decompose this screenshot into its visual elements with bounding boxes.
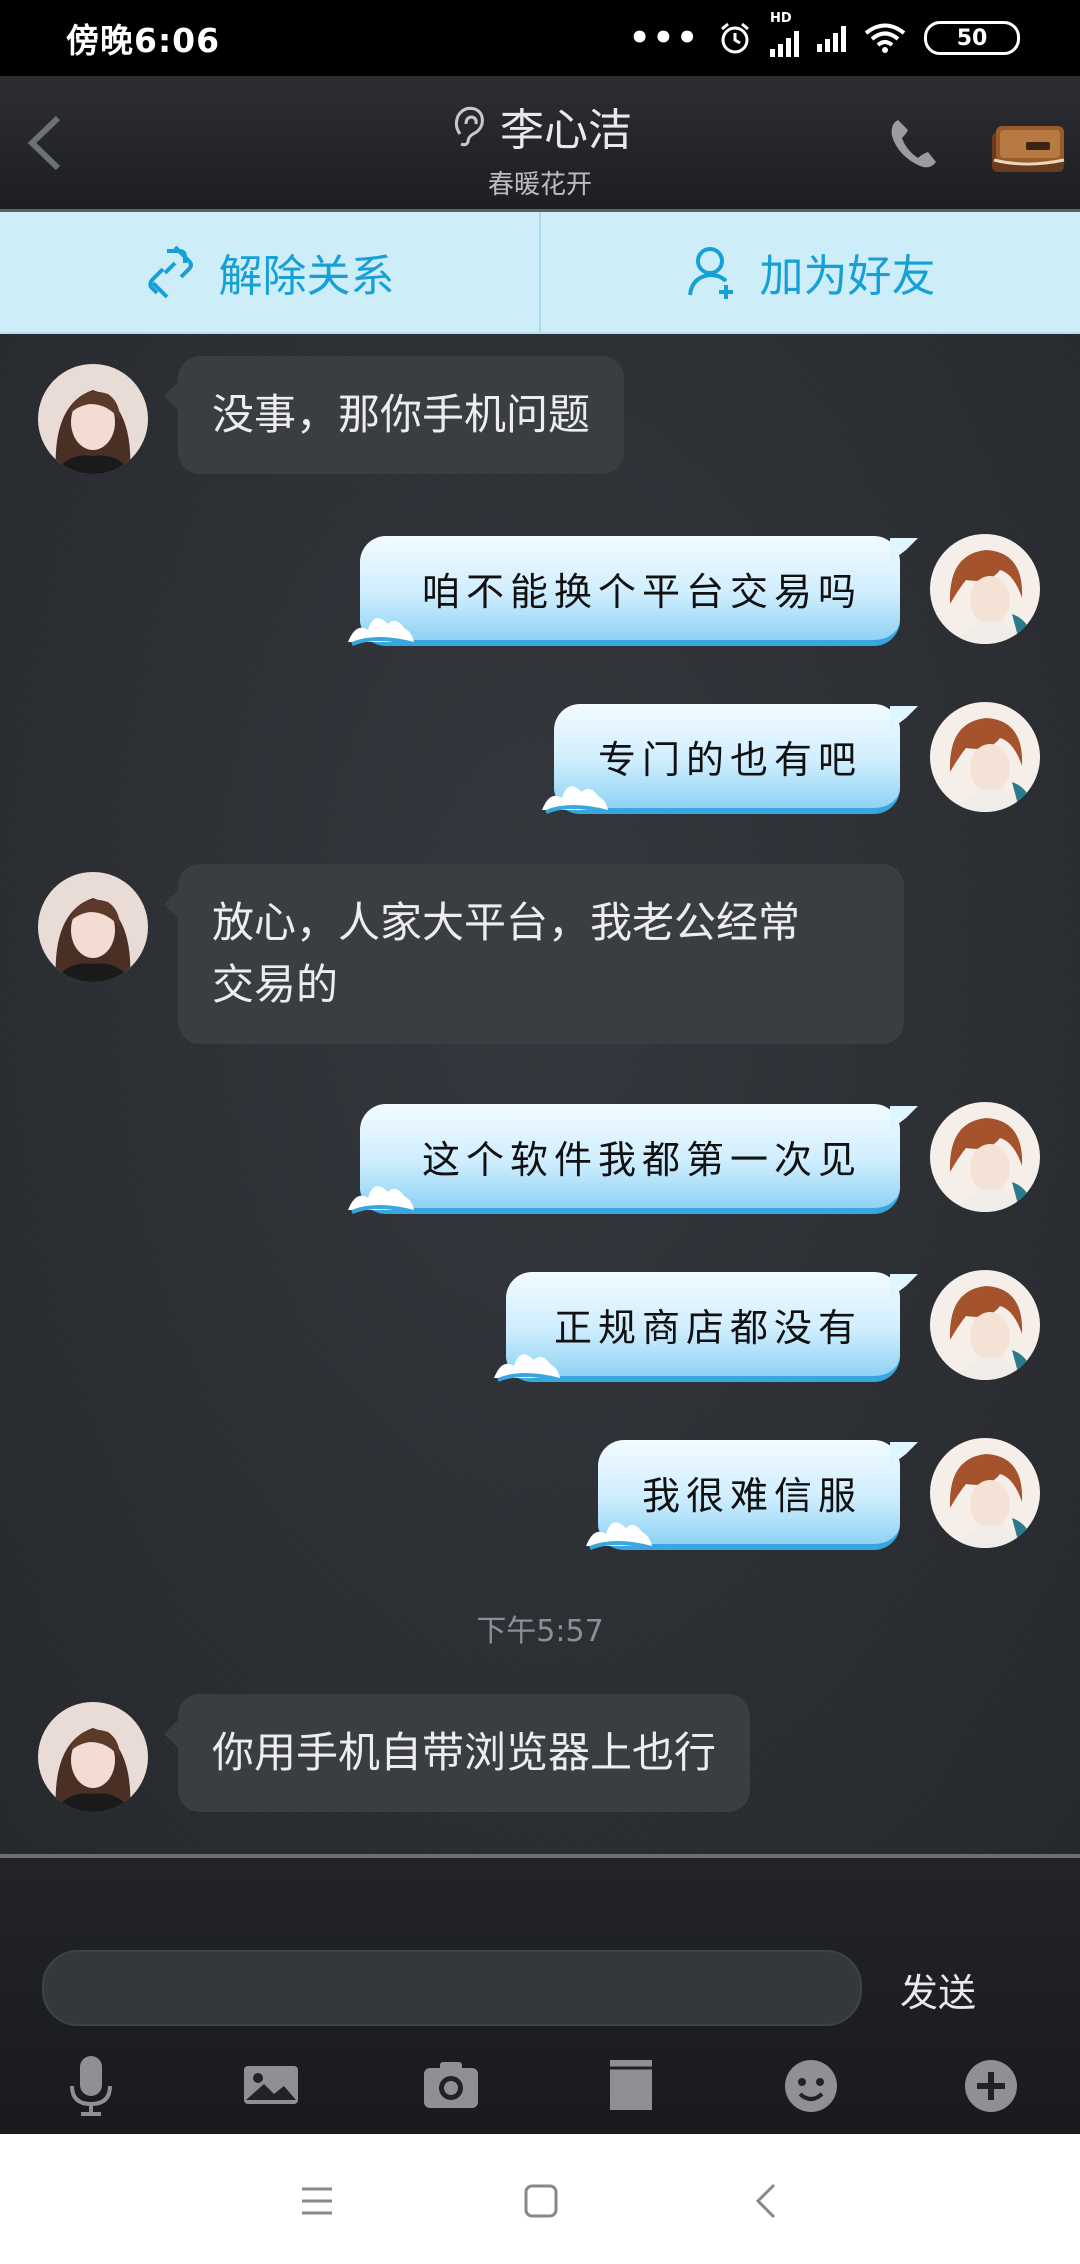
signal-icon [817, 24, 846, 52]
ear-icon [454, 106, 484, 147]
notebook-icon[interactable] [986, 116, 1070, 178]
message-text: 专门的也有吧 [597, 737, 862, 782]
status-time: 傍晚6:06 [66, 21, 221, 60]
my-avatar[interactable] [930, 1102, 1040, 1212]
message-input[interactable] [42, 1950, 862, 2026]
add-friend-label: 加为好友 [759, 251, 936, 302]
camera-icon[interactable] [416, 2050, 486, 2120]
message-text-line: 放心，人家大平台，我老公经常 [212, 898, 801, 947]
folder-icon[interactable] [596, 2050, 666, 2120]
message-bubble-left: 放心，人家大平台，我老公经常 交易的 [164, 864, 904, 1044]
add-friend-button[interactable]: 加为好友 [539, 212, 1080, 332]
menu-icon[interactable] [292, 2179, 342, 2223]
wave-decoration-icon [348, 1186, 415, 1214]
relationship-action-bar: 解除关系 加为好友 [0, 212, 1080, 334]
message-timestamp: 下午5:57 [476, 1614, 604, 1649]
message-text-line: 交易的 [212, 960, 339, 1009]
message-text: 咱不能换个平台交易吗 [421, 569, 862, 614]
system-nav-bar [0, 2134, 1080, 2264]
wave-decoration-icon [494, 1354, 561, 1382]
battery-indicator: 50 [924, 21, 1020, 55]
my-avatar[interactable] [930, 1270, 1040, 1380]
back-nav-icon[interactable] [742, 2179, 792, 2223]
message-bubble-left: 你用手机自带浏览器上也行 [163, 1694, 751, 1812]
more-dots-icon: ••• [628, 18, 700, 58]
wave-decoration-icon [542, 786, 609, 814]
contact-avatar[interactable] [38, 1702, 148, 1812]
unlink-label: 解除关系 [218, 251, 395, 302]
unlink-icon [147, 245, 193, 299]
phone-icon[interactable] [884, 114, 944, 174]
chat-header: 李心洁 春暖花开 [0, 76, 1080, 212]
message-text: 正规商店都没有 [553, 1305, 862, 1350]
plus-icon[interactable] [956, 2050, 1026, 2120]
add-friend-icon [687, 247, 733, 299]
wave-decoration-icon [586, 1522, 653, 1550]
message-bubble-left: 没事，那你手机问题 [163, 356, 625, 474]
message-bubble-right: 咱不能换个平台交易吗 [348, 536, 918, 646]
input-bar: 发送 [0, 1854, 1080, 2134]
chat-area[interactable]: 没事，那你手机问题 咱不能换个平台交易吗 专门的也有吧 放心，人家大平台，我老公… [0, 334, 1080, 1854]
my-avatar[interactable] [930, 1438, 1040, 1548]
toolbar [0, 2050, 1080, 2130]
contact-avatar[interactable] [38, 364, 148, 474]
hd-signal-icon: HD [770, 11, 799, 57]
message-text: 我很难信服 [641, 1473, 862, 1518]
my-avatar[interactable] [930, 702, 1040, 812]
emoji-icon[interactable] [776, 2050, 846, 2120]
wave-decoration-icon [348, 618, 415, 646]
status-icons: ••• HD 50 [628, 11, 1020, 58]
unlink-button[interactable]: 解除关系 [0, 212, 539, 332]
home-icon[interactable] [516, 2179, 566, 2223]
wifi-icon [864, 23, 906, 53]
message-bubble-right: 专门的也有吧 [542, 704, 918, 814]
alarm-icon [721, 22, 749, 54]
status-bar: 傍晚6:06 ••• HD 50 [0, 0, 1080, 76]
image-icon[interactable] [236, 2050, 306, 2120]
message-text: 这个软件我都第一次见 [421, 1137, 862, 1182]
microphone-icon[interactable] [56, 2050, 126, 2120]
send-button[interactable]: 发送 [900, 1962, 976, 2017]
contact-avatar[interactable] [38, 872, 148, 982]
message-bubble-right: 我很难信服 [586, 1440, 918, 1550]
message-bubble-right: 正规商店都没有 [494, 1272, 918, 1382]
my-avatar[interactable] [930, 534, 1040, 644]
message-bubble-right: 这个软件我都第一次见 [348, 1104, 918, 1214]
contact-name: 李心洁 [500, 105, 632, 156]
